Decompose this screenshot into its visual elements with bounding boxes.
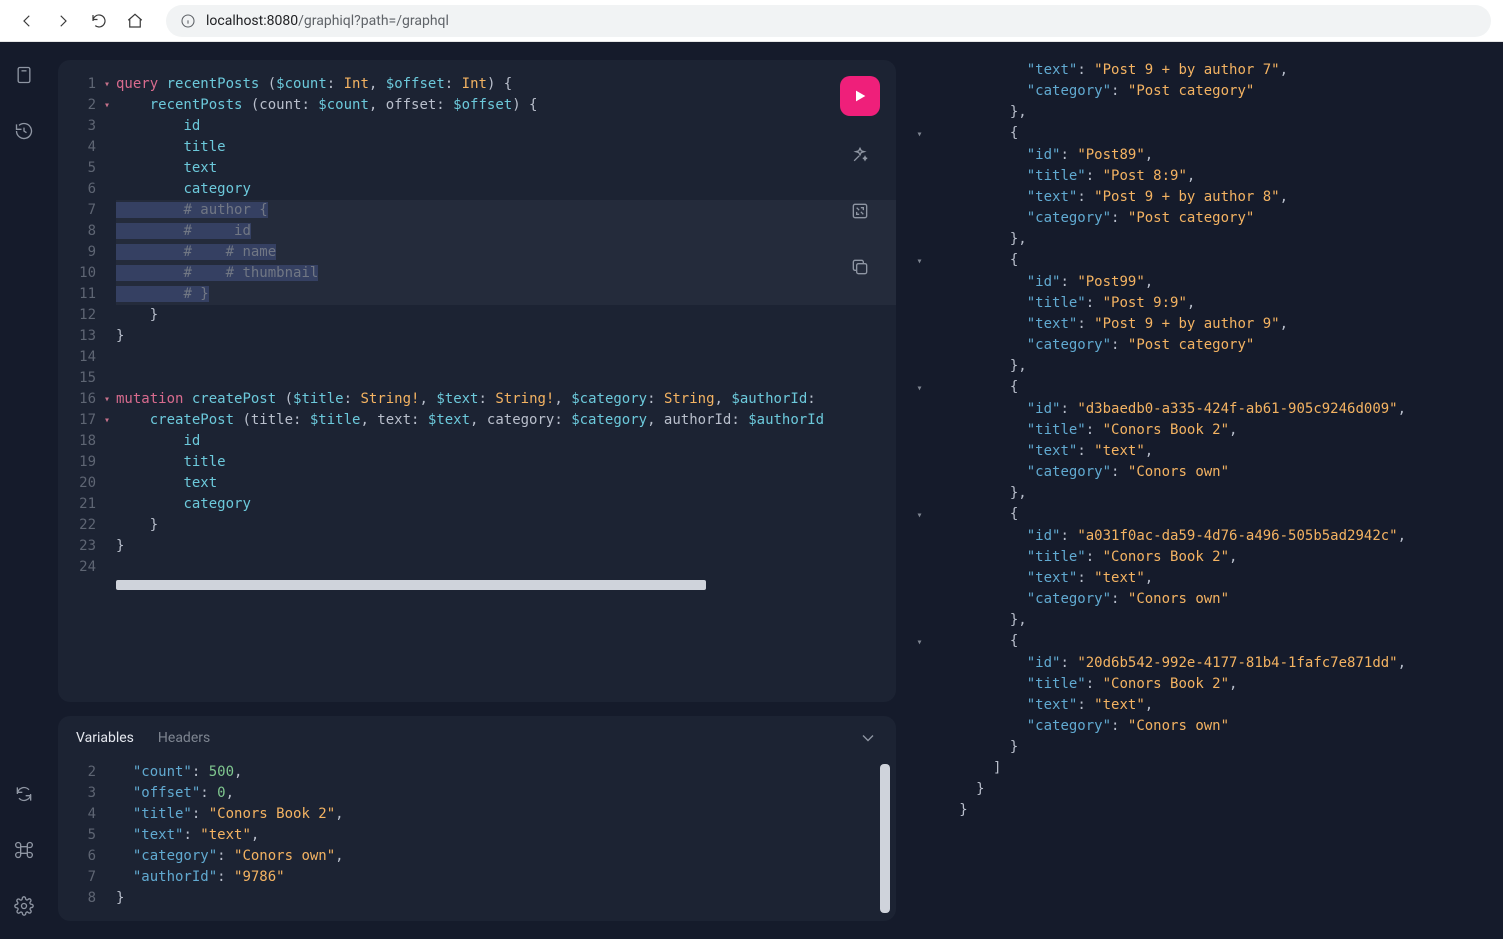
execute-button[interactable] — [840, 76, 880, 116]
response-line: "title": "Post 9:9", — [916, 293, 1485, 314]
address-bar[interactable]: localhost:8080/graphiql?path=/graphql — [166, 5, 1491, 37]
editor-line[interactable]: 19 title — [58, 452, 896, 473]
response-line: "title": "Post 8:9", — [916, 166, 1485, 187]
editor-line[interactable]: 16▾mutation createPost ($title: String!,… — [58, 389, 896, 410]
response-line: ▾ { — [916, 377, 1485, 399]
editor-line[interactable]: 23} — [58, 536, 896, 557]
editor-line[interactable]: 22 } — [58, 515, 896, 536]
response-line: "text": "Post 9 + by author 8", — [916, 187, 1485, 208]
response-line: "id": "Post99", — [916, 272, 1485, 293]
info-icon — [180, 13, 196, 29]
editor-line[interactable]: 14 — [58, 347, 896, 368]
variables-editor[interactable]: 2 "count": 500,3 "offset": 0,4 "title": … — [58, 756, 896, 921]
editor-line[interactable]: 1▾query recentPosts ($count: Int, $offse… — [58, 74, 896, 95]
response-line: "category": "Post category" — [916, 335, 1485, 356]
response-line: "category": "Conors own" — [916, 589, 1485, 610]
shortcuts-icon[interactable] — [9, 835, 39, 865]
response-line: "text": "text", — [916, 695, 1485, 716]
response-line: ▾ { — [916, 250, 1485, 272]
response-line: ▾ { — [916, 123, 1485, 145]
response-line: "category": "Conors own" — [916, 716, 1485, 737]
variables-panel: Variables Headers 2 "count": 500,3 "offs… — [58, 716, 896, 921]
variables-line[interactable]: 8} — [58, 888, 896, 909]
editor-line[interactable]: 11 # } — [58, 284, 896, 305]
response-line: ] — [916, 758, 1485, 779]
refetch-icon[interactable] — [9, 779, 39, 809]
variables-line[interactable]: 3 "offset": 0, — [58, 783, 896, 804]
back-button[interactable] — [12, 6, 42, 36]
chevron-down-icon[interactable] — [858, 728, 878, 748]
response-line: "text": "Post 9 + by author 9", — [916, 314, 1485, 335]
horizontal-scrollbar[interactable] — [116, 578, 882, 592]
variables-line[interactable]: 7 "authorId": "9786" — [58, 867, 896, 888]
vertical-scrollbar[interactable] — [880, 764, 890, 913]
response-line: "text": "text", — [916, 568, 1485, 589]
editor-line[interactable]: 21 category — [58, 494, 896, 515]
editor-line[interactable]: 24 — [58, 557, 896, 578]
response-line: } — [916, 779, 1485, 800]
response-line: "category": "Post category" — [916, 81, 1485, 102]
response-line: ▾ { — [916, 504, 1485, 526]
response-line: "category": "Conors own" — [916, 462, 1485, 483]
response-line: }, — [916, 356, 1485, 377]
editor-line[interactable]: 5 text — [58, 158, 896, 179]
editor-line[interactable]: 15 — [58, 368, 896, 389]
editor-line[interactable]: 18 id — [58, 431, 896, 452]
copy-icon[interactable] — [843, 250, 877, 284]
tab-headers[interactable]: Headers — [158, 730, 210, 746]
response-line: }, — [916, 610, 1485, 631]
response-line: }, — [916, 483, 1485, 504]
url-path: /graphiql?path=/graphql — [298, 13, 449, 29]
variables-line[interactable]: 6 "category": "Conors own", — [58, 846, 896, 867]
response-line: "title": "Conors Book 2", — [916, 674, 1485, 695]
left-sidebar — [0, 42, 48, 939]
response-line: } — [916, 737, 1485, 758]
response-line: "text": "Post 9 + by author 7", — [916, 60, 1485, 81]
editor-line[interactable]: 10 # # thumbnail — [58, 263, 896, 284]
editor-line[interactable]: 13} — [58, 326, 896, 347]
editor-line[interactable]: 6 category — [58, 179, 896, 200]
variables-line[interactable]: 5 "text": "text", — [58, 825, 896, 846]
editor-line[interactable]: 9 # # name — [58, 242, 896, 263]
tab-variables[interactable]: Variables — [76, 730, 134, 746]
editor-line[interactable]: 2▾ recentPosts (count: $count, offset: $… — [58, 95, 896, 116]
editor-line[interactable]: 20 text — [58, 473, 896, 494]
forward-button[interactable] — [48, 6, 78, 36]
response-line: "id": "d3baedb0-a335-424f-ab61-905c9246d… — [916, 399, 1485, 420]
response-line: } — [916, 800, 1485, 821]
variables-line[interactable]: 2 "count": 500, — [58, 762, 896, 783]
response-line: "id": "20d6b542-992e-4177-81b4-1fafc7e87… — [916, 653, 1485, 674]
response-line: }, — [916, 229, 1485, 250]
editor-line[interactable]: 12 } — [58, 305, 896, 326]
editor-line[interactable]: 4 title — [58, 137, 896, 158]
merge-icon[interactable] — [843, 194, 877, 228]
history-icon[interactable] — [9, 116, 39, 146]
response-line: "title": "Conors Book 2", — [916, 420, 1485, 441]
response-line: "category": "Post category" — [916, 208, 1485, 229]
query-editor-panel: 1▾query recentPosts ($count: Int, $offse… — [58, 60, 896, 702]
response-line: "title": "Conors Book 2", — [916, 547, 1485, 568]
settings-icon[interactable] — [9, 891, 39, 921]
response-line: "id": "Post89", — [916, 145, 1485, 166]
prettify-icon[interactable] — [843, 138, 877, 172]
response-line: ▾ { — [916, 631, 1485, 653]
editor-line[interactable]: 8 # id — [58, 221, 896, 242]
reload-button[interactable] — [84, 6, 114, 36]
response-line: "text": "text", — [916, 441, 1485, 462]
response-panel[interactable]: "text": "Post 9 + by author 7", "categor… — [906, 42, 1503, 939]
variables-line[interactable]: 4 "title": "Conors Book 2", — [58, 804, 896, 825]
editor-line[interactable]: 3 id — [58, 116, 896, 137]
editor-line[interactable]: 17▾ createPost (title: $title, text: $te… — [58, 410, 896, 431]
query-editor[interactable]: 1▾query recentPosts ($count: Int, $offse… — [58, 60, 896, 702]
url-host: localhost:8080 — [206, 13, 298, 29]
docs-icon[interactable] — [9, 60, 39, 90]
browser-toolbar: localhost:8080/graphiql?path=/graphql — [0, 0, 1503, 42]
graphiql-app: 1▾query recentPosts ($count: Int, $offse… — [0, 42, 1503, 939]
home-button[interactable] — [120, 6, 150, 36]
response-line: "id": "a031f0ac-da59-4d76-a496-505b5ad29… — [916, 526, 1485, 547]
editor-line[interactable]: 7 # author { — [58, 200, 896, 221]
response-line: }, — [916, 102, 1485, 123]
